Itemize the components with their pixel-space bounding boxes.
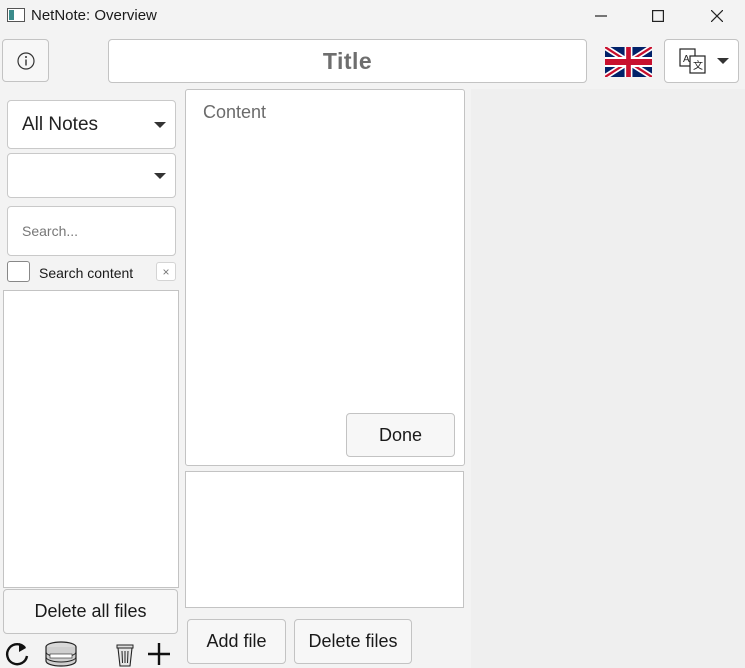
chevron-down-icon <box>154 172 166 179</box>
search-field[interactable] <box>7 206 176 256</box>
close-button[interactable] <box>694 0 740 32</box>
refresh-button[interactable] <box>2 640 32 668</box>
title-placeholder: Title <box>322 47 373 74</box>
svg-text:A: A <box>683 54 690 65</box>
collection-dropdown[interactable]: All Notes <box>7 100 176 149</box>
tag-dropdown[interactable] <box>7 153 176 198</box>
delete-files-button[interactable]: Delete files <box>294 619 412 664</box>
database-icon <box>45 641 77 667</box>
language-dropdown[interactable]: A 文 <box>664 39 739 83</box>
maximize-icon <box>652 10 664 22</box>
content-editor[interactable] <box>185 89 465 466</box>
chevron-down-icon <box>717 58 729 64</box>
trash-icon <box>116 644 134 667</box>
search-input[interactable] <box>8 207 175 255</box>
close-icon <box>711 10 723 22</box>
minimize-icon <box>595 15 607 17</box>
title-field[interactable]: Title <box>108 39 587 83</box>
app-icon <box>7 8 25 22</box>
files-list[interactable] <box>185 471 464 608</box>
window-title: NetNote: Overview <box>31 7 157 24</box>
plus-icon <box>148 643 170 665</box>
done-button[interactable]: Done <box>346 413 455 457</box>
database-button[interactable] <box>44 640 78 668</box>
search-content-label: Search content <box>39 265 134 281</box>
add-note-button[interactable] <box>144 640 174 668</box>
collection-dropdown-value: All Notes <box>22 113 99 135</box>
maximize-button[interactable] <box>635 0 681 32</box>
trash-button[interactable] <box>110 640 140 668</box>
delete-all-files-button[interactable]: Delete all files <box>3 589 178 634</box>
preview-area <box>471 89 745 668</box>
info-circle-icon <box>16 51 35 70</box>
chevron-down-icon <box>154 121 166 128</box>
uk-flag-icon[interactable] <box>603 44 654 80</box>
refresh-icon <box>6 643 29 666</box>
svg-text:文: 文 <box>693 59 703 72</box>
minimize-button[interactable] <box>578 0 624 32</box>
info-button[interactable] <box>2 39 49 82</box>
content-placeholder: Content <box>203 102 267 122</box>
search-content-checkbox[interactable] <box>7 261 30 282</box>
clear-search-button[interactable]: × <box>156 262 176 281</box>
add-file-button[interactable]: Add file <box>187 619 286 664</box>
notes-list[interactable] <box>3 290 179 588</box>
translate-icon: A 文 <box>678 48 706 74</box>
